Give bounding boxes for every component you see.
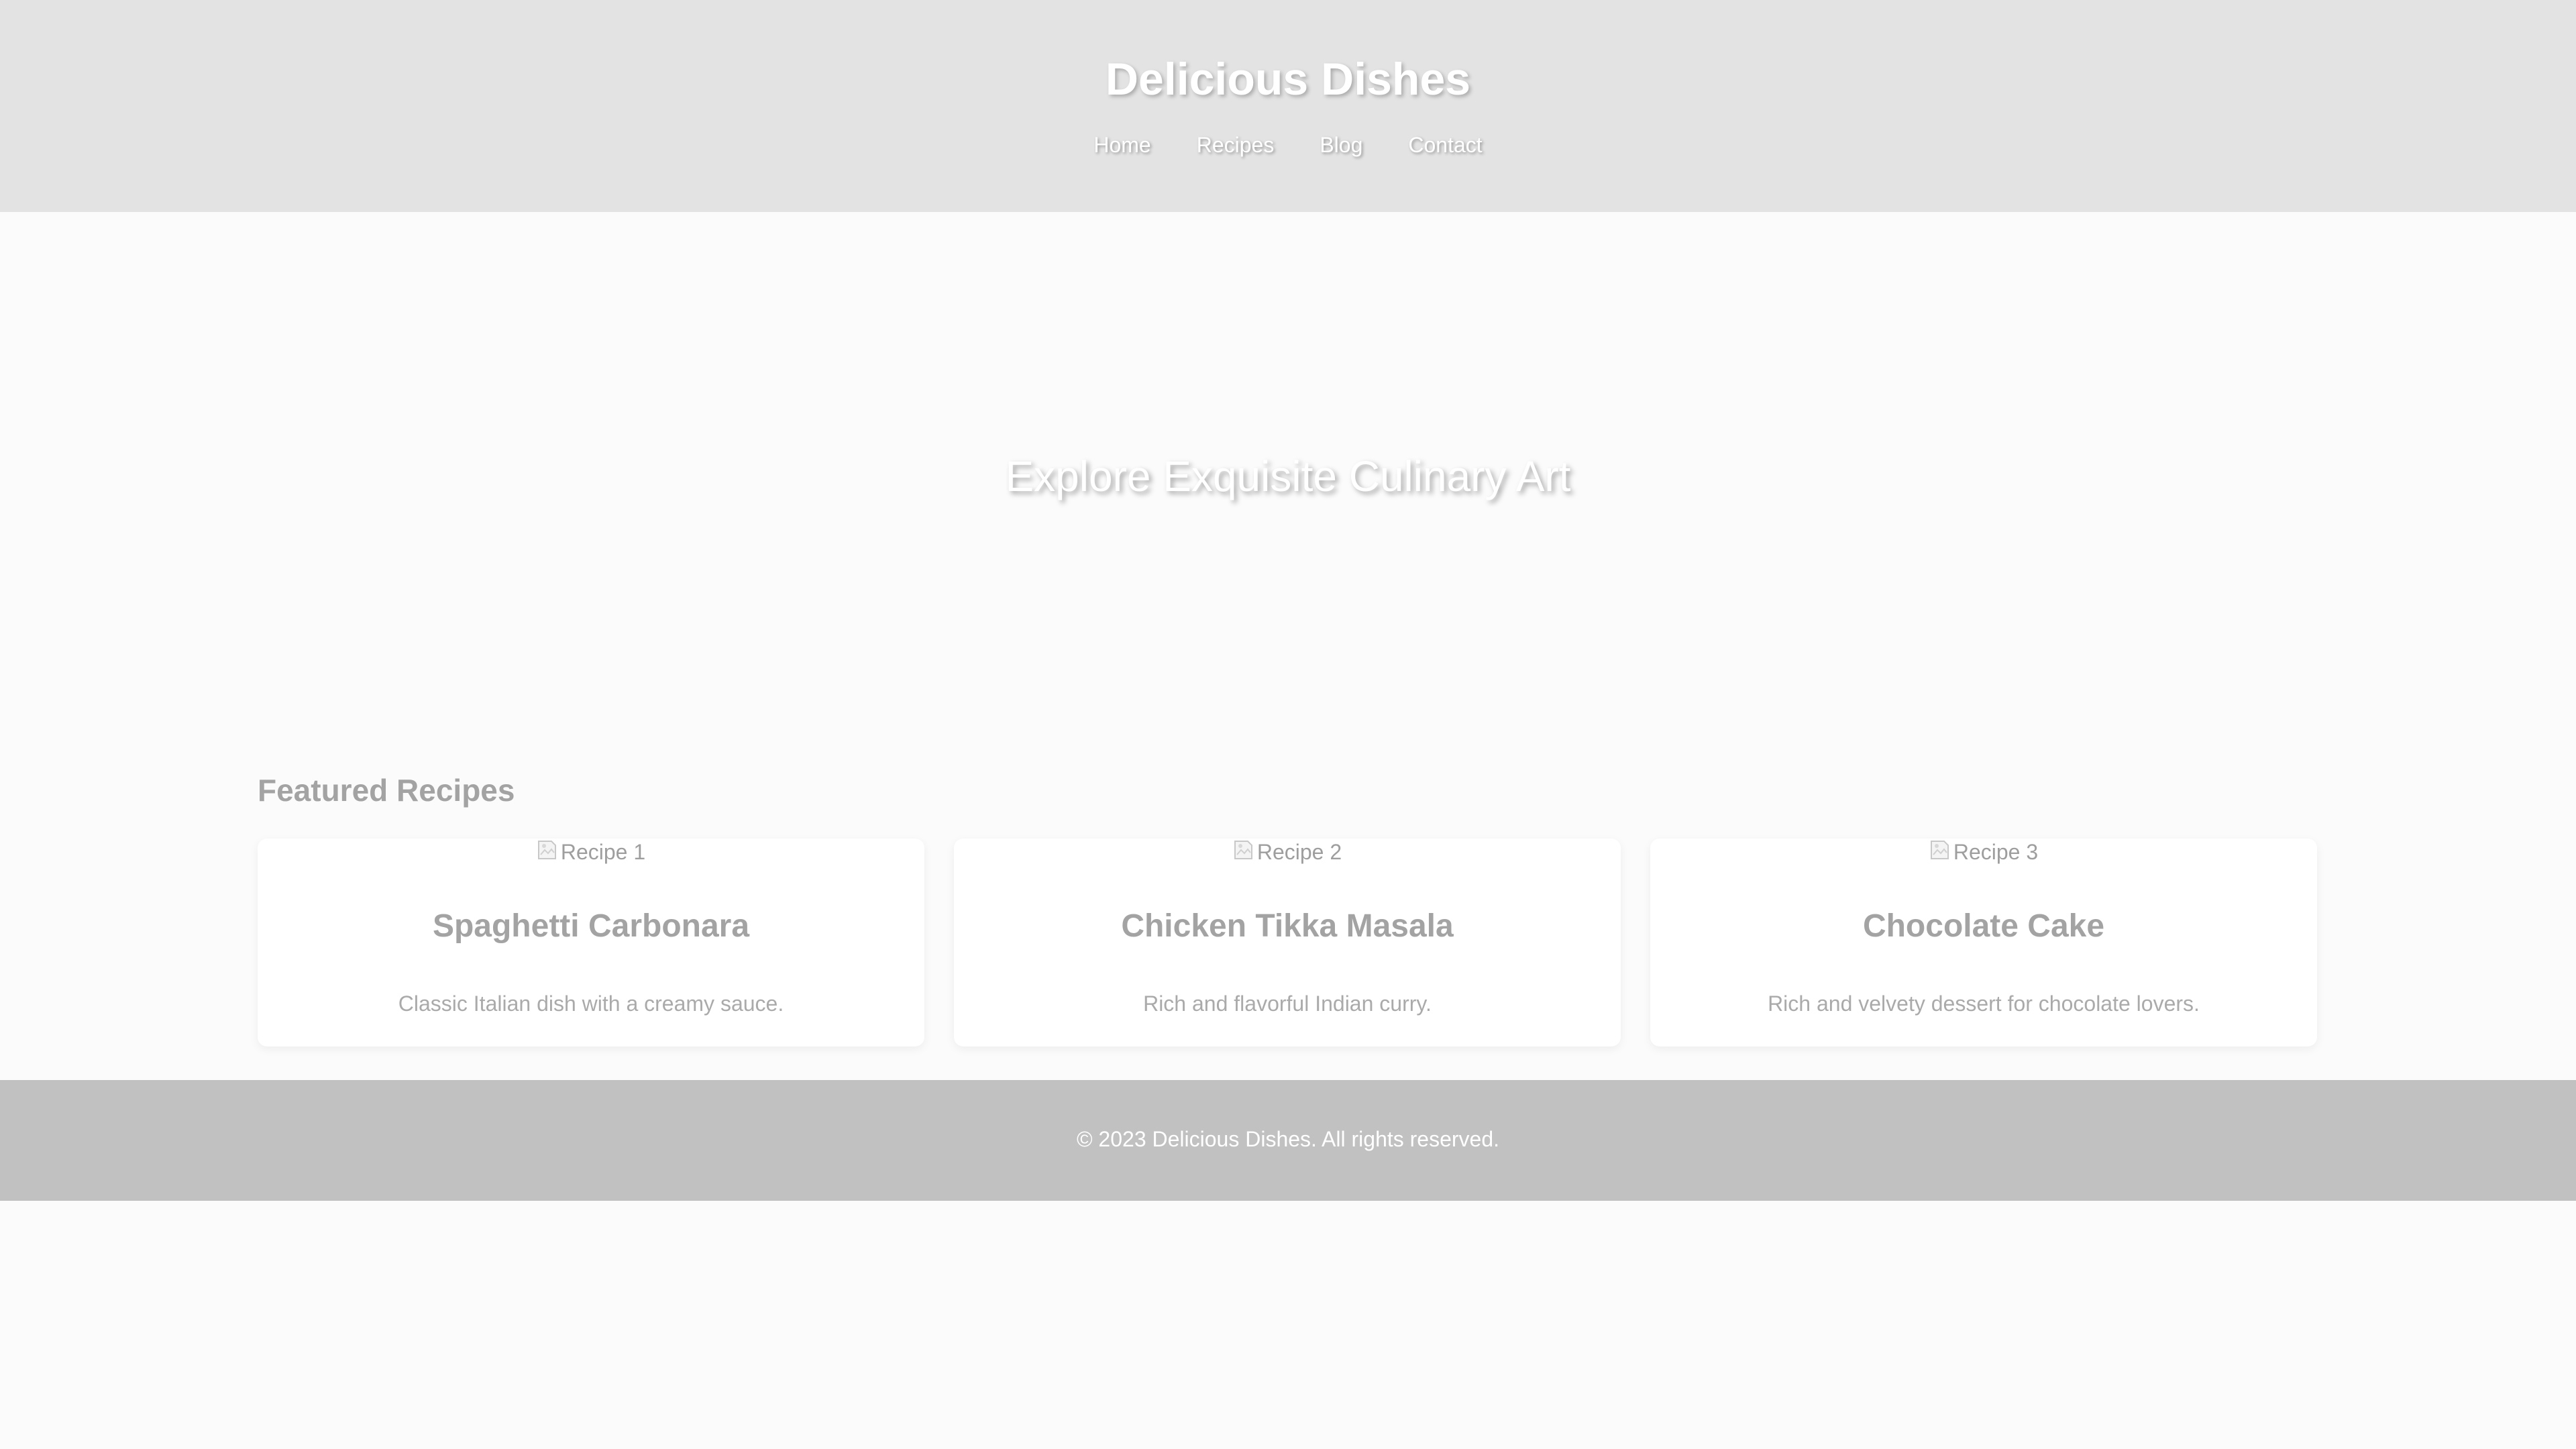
recipe-image: Recipe 2 bbox=[954, 839, 1621, 865]
nav-link-contact[interactable]: Contact bbox=[1408, 131, 1482, 158]
nav-link-home[interactable]: Home bbox=[1093, 131, 1150, 158]
recipe-card[interactable]: Recipe 1 Spaghetti Carbonara Classic Ita… bbox=[258, 839, 924, 1046]
recipe-image: Recipe 3 bbox=[1650, 839, 2317, 865]
broken-image-icon bbox=[1233, 839, 1256, 861]
recipe-description: Classic Italian dish with a creamy sauce… bbox=[398, 991, 784, 1016]
copyright-text: © 2023 Delicious Dishes. All rights rese… bbox=[1076, 1127, 1500, 1151]
nav-link-blog[interactable]: Blog bbox=[1320, 131, 1362, 158]
recipe-image-alt: Recipe 2 bbox=[1256, 840, 1342, 864]
featured-recipes-title: Featured Recipes bbox=[258, 773, 515, 808]
site-footer: © 2023 Delicious Dishes. All rights rese… bbox=[0, 1080, 2576, 1201]
recipe-description: Rich and flavorful Indian curry. bbox=[1143, 991, 1432, 1016]
site-header: Delicious Dishes Home Recipes Blog Conta… bbox=[0, 0, 2576, 212]
hero-section: Explore Exquisite Culinary Art bbox=[0, 212, 2576, 749]
broken-image-icon bbox=[1929, 839, 1952, 861]
recipe-title: Chicken Tikka Masala bbox=[1121, 908, 1454, 944]
recipe-title: Chocolate Cake bbox=[1862, 908, 2105, 944]
recipe-image-alt: Recipe 1 bbox=[560, 840, 646, 864]
recipe-title: Spaghetti Carbonara bbox=[432, 908, 750, 944]
recipe-card[interactable]: Recipe 3 Chocolate Cake Rich and velvety… bbox=[1650, 839, 2317, 1046]
broken-image-icon bbox=[537, 839, 559, 861]
recipe-description: Rich and velvety dessert for chocolate l… bbox=[1768, 991, 2200, 1016]
main-nav: Home Recipes Blog Contact bbox=[0, 131, 2576, 158]
recipe-image-alt: Recipe 3 bbox=[1953, 840, 2039, 864]
site-title: Delicious Dishes bbox=[1105, 54, 1471, 105]
recipe-card[interactable]: Recipe 2 Chicken Tikka Masala Rich and f… bbox=[954, 839, 1621, 1046]
nav-link-recipes[interactable]: Recipes bbox=[1197, 131, 1275, 158]
hero-heading: Explore Exquisite Culinary Art bbox=[1005, 452, 1571, 500]
recipe-image: Recipe 1 bbox=[258, 839, 924, 865]
